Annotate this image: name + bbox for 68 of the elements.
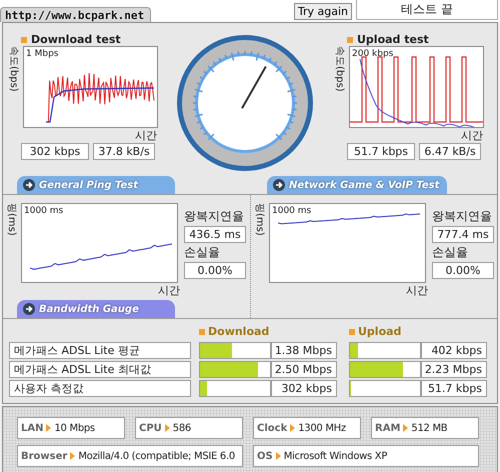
- arrow-icon: [23, 179, 35, 191]
- chart-title: Upload test: [357, 33, 429, 46]
- info-value: 10 Mbps: [54, 422, 95, 434]
- axis-label: 핑(ms): [253, 203, 266, 236]
- arrow-icon: [46, 424, 52, 432]
- axis-label: 시간: [461, 128, 483, 143]
- section-tab[interactable]: General Ping Test: [17, 176, 175, 194]
- loss-value: 0.00%: [184, 262, 246, 278]
- stat-label: 왕복지연율: [184, 208, 245, 224]
- info-value: 586: [172, 422, 191, 434]
- info-label: RAM: [375, 422, 400, 434]
- site-url[interactable]: http://www.bcpark.net: [0, 7, 152, 22]
- loss-value: 0.00%: [432, 262, 494, 278]
- info-value: Microsoft Windows XP: [284, 450, 388, 462]
- column-header: Download: [208, 325, 270, 338]
- info-label: OS: [257, 450, 273, 462]
- axis-label: 속도(bps): [333, 46, 346, 92]
- latency-value: 777.4 ms: [432, 226, 494, 242]
- speed-value: 2.23 Mbps: [421, 361, 487, 378]
- axis-label: 시간: [158, 283, 180, 298]
- column-header: Upload: [358, 325, 402, 338]
- chart-title: Download test: [31, 33, 121, 46]
- status-field: 테스트 끝: [356, 0, 498, 20]
- axis-label: 속도(bps): [7, 46, 20, 92]
- bullet-icon: [349, 328, 355, 334]
- info-label: LAN: [21, 422, 44, 434]
- latency-value: 436.5 ms: [184, 226, 246, 242]
- speed-value: 402 kbps: [421, 342, 487, 359]
- info-label: CPU: [139, 422, 162, 434]
- bullet-icon: [347, 36, 353, 42]
- section-tab[interactable]: Bandwidth Gauge: [17, 300, 175, 318]
- rate-value: 302 kbps: [21, 143, 89, 160]
- scale-label: 1 Mbps: [26, 49, 58, 59]
- stat-label: 손실율: [432, 244, 469, 260]
- bullet-icon: [21, 36, 27, 42]
- row-label: 메가패스 ADSL Lite 최대값: [9, 361, 191, 378]
- try-again-button[interactable]: Try again: [294, 3, 352, 20]
- bullet-icon: [199, 328, 205, 334]
- stat-label: 왕복지연율: [432, 208, 493, 224]
- arrow-icon: [403, 424, 408, 432]
- bytes-value: 6.47 kB/s: [419, 143, 481, 160]
- scale-label: 1000 ms: [24, 206, 64, 216]
- speed-value: 1.38 Mbps: [271, 342, 337, 359]
- bytes-value: 37.8 kB/s: [93, 143, 155, 160]
- row-label: 사용자 측정값: [9, 380, 191, 397]
- info-value: 1300 MHz: [298, 422, 346, 434]
- stat-label: 손실율: [184, 244, 221, 260]
- arrow-icon: [164, 424, 170, 432]
- rate-value: 51.7 kbps: [347, 143, 415, 160]
- axis-label: 핑(ms): [5, 203, 18, 236]
- arrow-icon: [276, 452, 281, 460]
- arrow-icon: [23, 303, 35, 315]
- axis-label: 시간: [135, 128, 157, 143]
- arrow-icon: [290, 424, 296, 432]
- info-value: 512 MB: [411, 422, 448, 434]
- speed-value: 2.50 Mbps: [271, 361, 337, 378]
- arrow-icon: [70, 452, 76, 460]
- row-label: 메가패스 ADSL Lite 평균: [9, 342, 191, 359]
- speed-value: 51.7 kbps: [421, 380, 487, 397]
- info-value: Mozilla/4.0 (compatible; MSIE 6.0: [78, 450, 235, 462]
- speed-value: 302 kbps: [271, 380, 337, 397]
- arrow-icon: [273, 179, 285, 191]
- scale-label: 1000 ms: [272, 206, 312, 216]
- info-label: Browser: [21, 450, 68, 462]
- section-tab[interactable]: Network Game & VoIP Test: [267, 176, 448, 194]
- info-label: Clock: [257, 422, 288, 434]
- scale-label: 200 kbps: [352, 49, 394, 59]
- axis-label: 시간: [406, 283, 428, 298]
